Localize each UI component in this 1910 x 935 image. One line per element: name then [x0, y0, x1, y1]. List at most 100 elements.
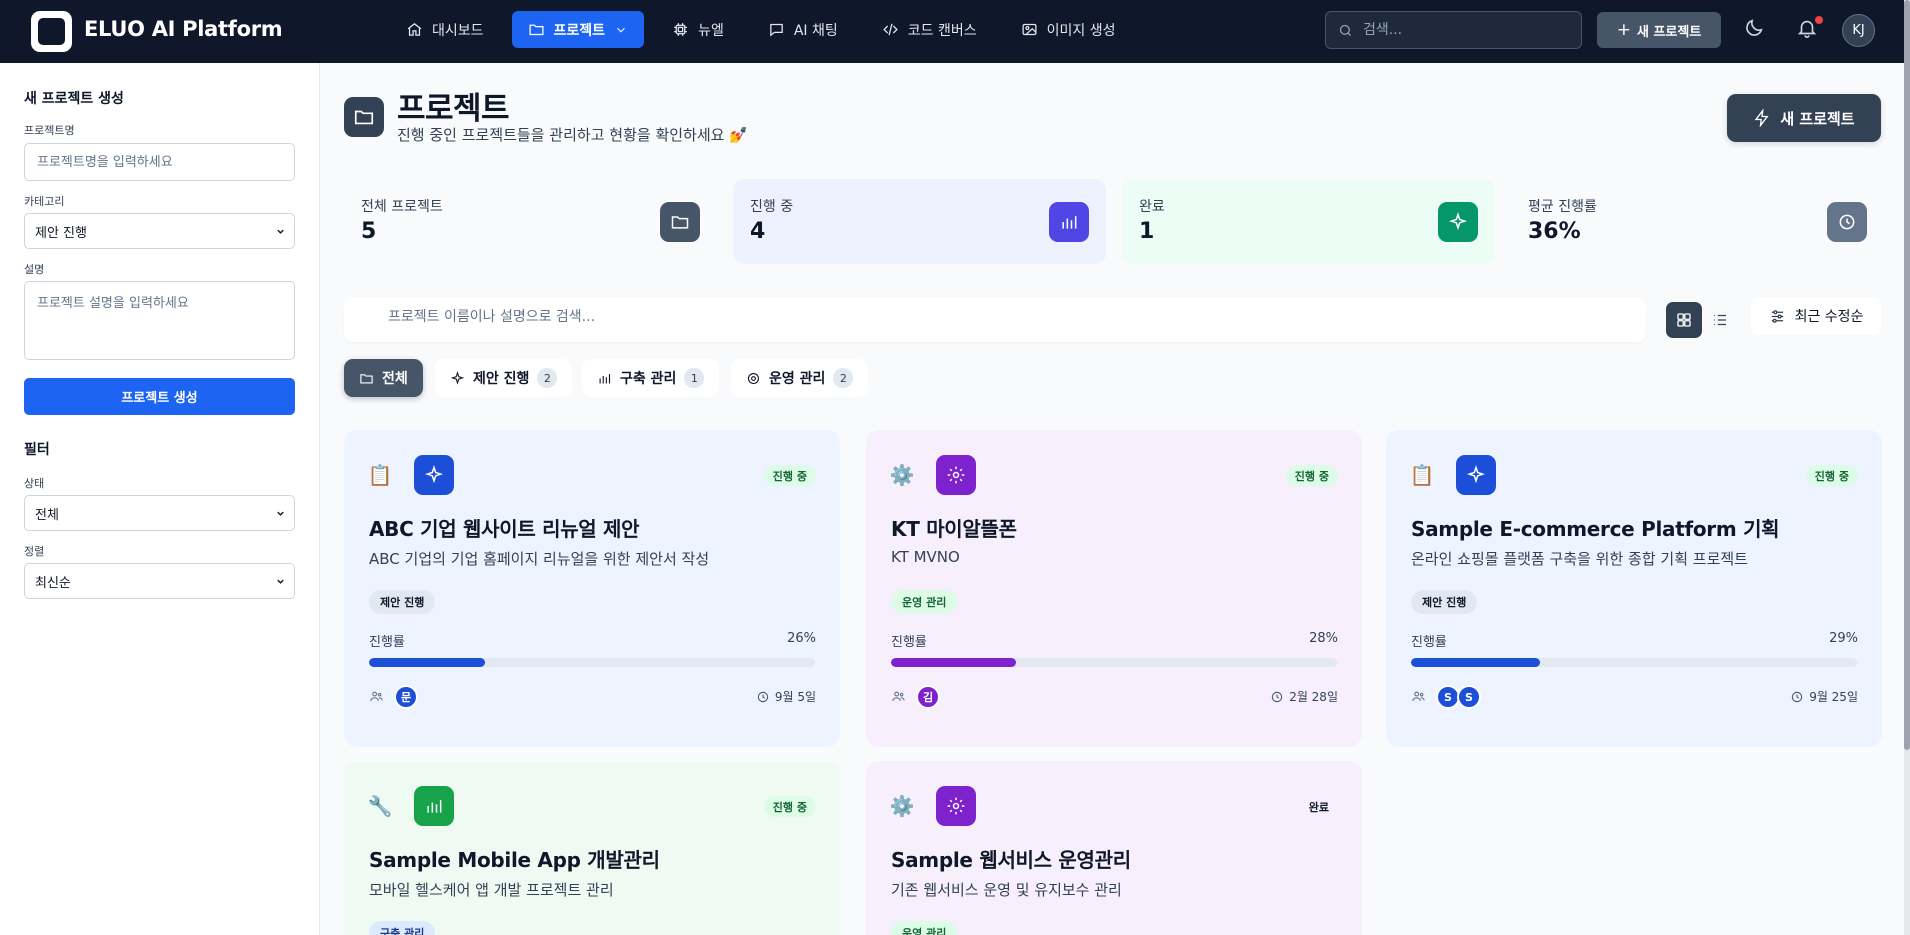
scrollbar-thumb[interactable]	[1904, 0, 1910, 750]
sort-filter-select[interactable]: 최신순	[24, 563, 295, 599]
project-search[interactable]	[344, 297, 1646, 342]
tab-operation[interactable]: 운영 관리 2	[731, 359, 869, 397]
filter-title: 필터	[24, 442, 50, 458]
gear-icon	[936, 455, 976, 495]
nav-code-canvas[interactable]: 코드 캔버스	[866, 11, 993, 48]
sliders-icon	[1771, 309, 1783, 323]
card-description: 모바일 헬스케어 앱 개발 프로젝트 관리	[369, 881, 614, 899]
status-badge: 진행 중	[763, 465, 816, 486]
progress-value: 28%	[1309, 631, 1338, 646]
cpu-icon	[674, 23, 687, 36]
desc-label: 설명	[24, 263, 45, 276]
card-emoji-icon: 🔧	[367, 794, 393, 818]
member-avatars: 김	[916, 685, 940, 709]
category-badge: 운영 관리	[891, 590, 958, 614]
stat-in-progress: 진행 중 4	[733, 179, 1106, 264]
folder-icon	[660, 202, 700, 242]
main-nav: 대시보드 프로젝트 뉴엘 AI 채팅 코드 캔버스 이미지 생성	[390, 11, 1131, 48]
project-card[interactable]: 📋 진행 중 ABC 기업 웹사이트 리뉴얼 제안 ABC 기업의 기업 홈페이…	[344, 430, 840, 747]
member-avatar[interactable]: 문	[394, 685, 418, 709]
project-search-input[interactable]	[388, 309, 1288, 325]
status-badge: 진행 중	[1805, 465, 1858, 486]
user-avatar[interactable]: KJ	[1842, 14, 1875, 47]
gear-icon	[936, 786, 976, 826]
list-icon	[1714, 314, 1726, 326]
tab-count: 1	[684, 368, 705, 388]
chat-icon	[770, 23, 783, 37]
global-search[interactable]	[1325, 11, 1582, 49]
nav-dashboard[interactable]: 대시보드	[390, 11, 500, 48]
bar-chart-icon	[414, 786, 454, 826]
nav-projects[interactable]: 프로젝트	[511, 11, 645, 48]
card-description: KT MVNO	[891, 548, 960, 566]
nav-image-gen[interactable]: 이미지 생성	[1005, 11, 1132, 48]
clock-icon	[757, 691, 769, 702]
create-section-title: 새 프로젝트 생성	[24, 91, 124, 107]
grid-view-button[interactable]	[1666, 302, 1702, 338]
users-icon	[1411, 689, 1426, 704]
plus-icon: +	[1616, 20, 1631, 40]
notification-dot	[1815, 16, 1823, 24]
grid-icon	[1677, 313, 1691, 327]
logo-icon[interactable]	[31, 11, 72, 52]
category-badge: 제안 진행	[1411, 590, 1478, 614]
project-desc-input[interactable]	[24, 281, 295, 360]
sidebar: 새 프로젝트 생성 프로젝트명 카테고리 제안 진행 설명 프로젝트 생성 필터…	[0, 63, 320, 935]
progress-value: 29%	[1829, 631, 1858, 646]
tab-build[interactable]: 구축 관리 1	[582, 359, 720, 397]
chevron-down-icon	[277, 511, 284, 516]
progress-value: 26%	[787, 631, 816, 646]
card-date: 2월 28일	[1270, 688, 1338, 705]
project-card[interactable]: ⚙️ 진행 중 KT 마이알뜰폰 KT MVNO 운영 관리 진행률 28% 김…	[866, 430, 1362, 747]
tab-count: 2	[833, 368, 854, 388]
card-title[interactable]: ABC 기업 웹사이트 리뉴얼 제안	[369, 513, 640, 542]
category-badge: 운영 관리	[891, 921, 958, 935]
project-card[interactable]: ⚙️ 완료 Sample 웹서비스 운영관리 기존 웹서비스 운영 및 유지보수…	[866, 761, 1362, 935]
tab-proposal[interactable]: 제안 진행 2	[435, 359, 573, 397]
nav-newel[interactable]: 뉴엘	[656, 11, 740, 48]
brand-name[interactable]: ELUO AI Platform	[84, 17, 283, 41]
sparkles-icon	[450, 370, 465, 385]
card-description: ABC 기업의 기업 홈페이지 리뉴얼을 위한 제안서 작성	[369, 550, 710, 568]
dark-mode-toggle[interactable]	[1743, 17, 1765, 39]
gear-icon	[747, 372, 760, 384]
card-emoji-icon: 📋	[1409, 463, 1435, 487]
card-title[interactable]: Sample 웹서비스 운영관리	[891, 844, 1131, 873]
sort-button[interactable]: 최근 수정순	[1751, 297, 1881, 335]
card-title[interactable]: Sample E-commerce Platform 기획	[1411, 513, 1780, 542]
top-new-project-button[interactable]: + 새 프로젝트	[1597, 12, 1721, 48]
project-name-input[interactable]	[24, 143, 295, 181]
member-avatar[interactable]: 김	[916, 685, 940, 709]
status-filter-select[interactable]: 전체	[24, 495, 295, 531]
lightning-icon	[1755, 109, 1769, 127]
member-avatars: SS	[1436, 685, 1481, 709]
card-emoji-icon: 📋	[367, 463, 393, 487]
list-view-button[interactable]	[1702, 302, 1738, 338]
home-icon	[407, 23, 422, 36]
users-icon	[369, 689, 384, 704]
project-card[interactable]: 🔧 진행 중 Sample Mobile App 개발관리 모바일 헬스케어 앱…	[344, 761, 840, 935]
card-emoji-icon: ⚙️	[889, 463, 915, 487]
progress-bar	[891, 658, 1337, 667]
stat-total: 전체 프로젝트 5	[344, 179, 717, 264]
bar-chart-icon	[1049, 202, 1089, 242]
image-icon	[1022, 23, 1037, 36]
sort-filter-label: 정렬	[24, 545, 45, 558]
project-card[interactable]: 📋 진행 중 Sample E-commerce Platform 기획 온라인…	[1386, 430, 1882, 747]
new-project-button[interactable]: 새 프로젝트	[1727, 94, 1881, 142]
create-project-button[interactable]: 프로젝트 생성	[24, 378, 295, 415]
tab-all[interactable]: 전체	[344, 359, 423, 397]
clock-icon	[1791, 691, 1803, 702]
global-search-input[interactable]	[1363, 22, 1563, 38]
name-label: 프로젝트명	[24, 124, 75, 137]
search-icon	[1339, 24, 1351, 36]
sparkles-icon	[1456, 455, 1496, 495]
category-select[interactable]: 제안 진행	[24, 213, 295, 249]
stat-completed: 완료 1	[1122, 179, 1495, 264]
member-avatar[interactable]: S	[1457, 685, 1481, 709]
nav-ai-chat[interactable]: AI 채팅	[752, 11, 854, 48]
folder-icon	[354, 110, 374, 125]
folder-icon	[360, 373, 373, 383]
card-title[interactable]: Sample Mobile App 개발관리	[369, 844, 660, 873]
card-title[interactable]: KT 마이알뜰폰	[891, 513, 1017, 542]
